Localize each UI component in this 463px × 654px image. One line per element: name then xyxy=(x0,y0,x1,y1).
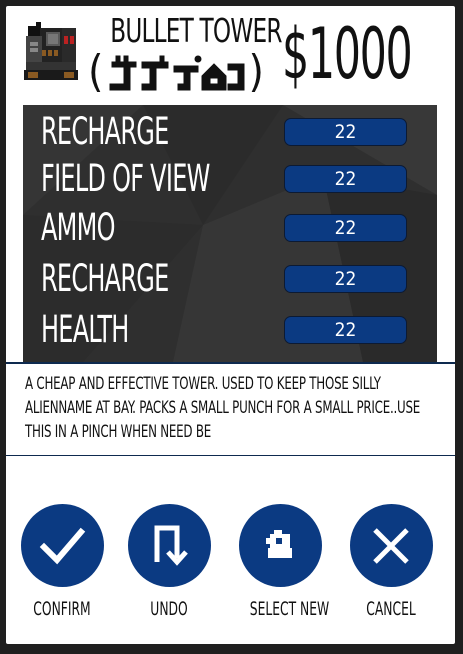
cancel-label: CANCEL xyxy=(366,598,416,620)
tower-header: BULLET TOWER ( ) $1000 xyxy=(6,6,455,106)
stat-value: 22 xyxy=(284,165,407,193)
stat-label: RECHARGE xyxy=(41,110,169,153)
tower-info-card: BULLET TOWER ( ) $1000 RECHARGE 22 FIELD… xyxy=(6,6,455,644)
stat-label: RECHARGE xyxy=(41,257,169,300)
stat-row: RECHARGE 22 xyxy=(23,108,437,156)
tower-subtitle: ( ) xyxy=(88,48,264,100)
confirm-button[interactable] xyxy=(20,504,104,587)
cancel-button[interactable] xyxy=(349,504,433,587)
undo-button[interactable] xyxy=(127,504,211,587)
check-icon xyxy=(39,527,86,564)
tower-description: A CHEAP AND EFFECTIVE TOWER. USED TO KEE… xyxy=(25,374,421,442)
cancel-action: CANCEL xyxy=(349,504,433,619)
close-paren: ) xyxy=(248,46,264,97)
confirm-label: CONFIRM xyxy=(33,598,91,620)
stat-row: RECHARGE 22 xyxy=(23,255,437,303)
stat-label: FIELD OF VIEW xyxy=(41,157,210,200)
robot-turret-icon xyxy=(24,22,78,80)
undo-arrow-icon xyxy=(154,525,188,566)
stat-row: AMMO 22 xyxy=(23,204,437,252)
tower-name: BULLET TOWER xyxy=(110,11,282,50)
undo-action: UNDO xyxy=(127,504,211,619)
stat-value: 22 xyxy=(284,265,407,293)
select-new-action: SELECT NEW xyxy=(238,504,330,620)
close-icon xyxy=(373,527,409,564)
actions-divider xyxy=(6,455,455,456)
stat-value: 22 xyxy=(284,118,407,146)
stat-label: HEALTH xyxy=(41,308,129,351)
stat-row: HEALTH 22 xyxy=(23,306,437,354)
stat-value: 22 xyxy=(284,214,407,242)
undo-label: UNDO xyxy=(150,598,188,620)
tower-subtitle-lettering xyxy=(109,55,245,91)
tower-select-icon xyxy=(266,529,292,558)
stat-value: 22 xyxy=(284,316,407,344)
select-new-label: SELECT NEW xyxy=(249,598,330,620)
description-top-rule xyxy=(6,362,455,364)
open-paren: ( xyxy=(88,46,104,97)
tower-title-block: BULLET TOWER ( ) xyxy=(88,11,282,100)
confirm-action: CONFIRM xyxy=(20,504,104,619)
stat-row: FIELD OF VIEW 22 xyxy=(23,155,437,203)
tower-price: $1000 xyxy=(282,13,413,95)
stats-panel: RECHARGE 22 FIELD OF VIEW 22 AMMO 22 REC… xyxy=(23,105,437,362)
select-new-button[interactable] xyxy=(238,504,322,587)
stat-label: AMMO xyxy=(41,206,115,249)
